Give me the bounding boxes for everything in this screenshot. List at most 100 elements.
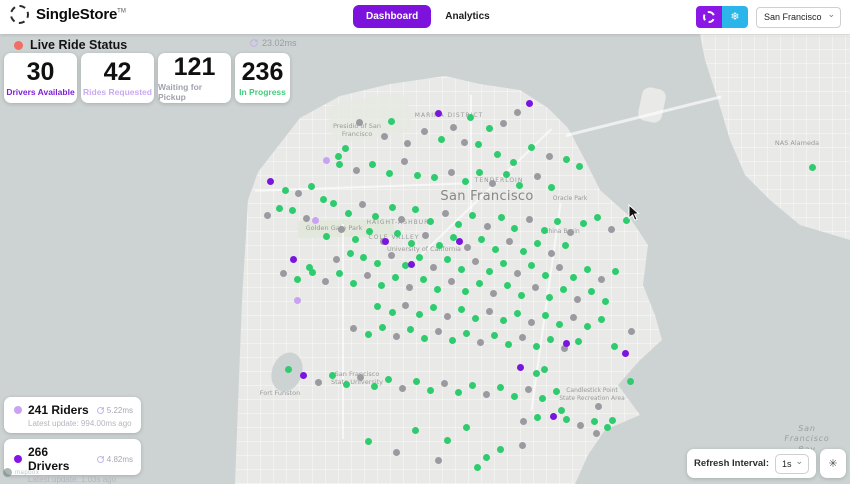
map-marker: [302, 214, 310, 222]
map-marker: [562, 415, 570, 423]
theme-toggle-button[interactable]: ✳: [820, 449, 846, 478]
map-marker: [579, 219, 587, 227]
map-marker: [447, 168, 455, 176]
map-marker: [549, 412, 557, 420]
map-marker: [411, 426, 419, 434]
map-marker: [392, 448, 400, 456]
map-marker: [363, 271, 371, 279]
map-marker: [457, 265, 465, 273]
map-marker: [415, 310, 423, 318]
map-marker: [263, 211, 271, 219]
map-marker: [393, 229, 401, 237]
nav-tabs: Dashboard Analytics: [353, 5, 490, 28]
map-marker: [349, 279, 357, 287]
live-status: Live Ride Status: [14, 38, 127, 52]
map-marker: [519, 247, 527, 255]
city-select-wrap: San Francisco ⌄: [756, 6, 841, 28]
map-marker: [429, 263, 437, 271]
refresh-interval-select[interactable]: 1s: [775, 453, 809, 474]
map-marker: [400, 157, 408, 165]
map-marker: [525, 99, 533, 107]
map-marker: [388, 308, 396, 316]
map-marker: [485, 267, 493, 275]
map-marker: [583, 265, 591, 273]
map-marker: [475, 168, 483, 176]
map-marker: [491, 245, 499, 253]
map-marker: [482, 453, 490, 461]
stat-value: 42: [103, 57, 132, 86]
riders-dot-icon: [14, 406, 22, 414]
latency-clock-icon: [250, 39, 258, 47]
riders-last-update: Latest update: 994.00ms ago: [28, 419, 132, 428]
map-marker: [485, 124, 493, 132]
map-marker: [397, 215, 405, 223]
map-marker: [496, 383, 504, 391]
refresh-select-wrap: 1s ⌄: [775, 453, 809, 474]
map-marker: [332, 255, 340, 263]
map-marker: [289, 255, 297, 263]
singlestore-logo-icon: [10, 5, 29, 24]
riders-latency-value: 5.22ms: [106, 405, 133, 415]
city-select[interactable]: San Francisco: [756, 6, 841, 28]
map-marker: [545, 293, 553, 301]
map-marker: [476, 338, 484, 346]
map-marker: [349, 324, 357, 332]
map-marker: [411, 205, 419, 213]
map-marker: [334, 152, 342, 160]
map-marker: [533, 172, 541, 180]
tab-dashboard[interactable]: Dashboard: [353, 5, 432, 28]
map-marker: [593, 213, 601, 221]
map-marker: [490, 331, 498, 339]
map-marker: [388, 203, 396, 211]
map-attribution[interactable]: mapbox: [3, 468, 39, 477]
riders-latency: 5.22ms: [96, 406, 133, 415]
map-marker: [513, 108, 521, 116]
stat-label: Rides Requested: [83, 86, 152, 97]
map-marker: [538, 394, 546, 402]
map-marker: [398, 384, 406, 392]
stat-value: 236: [241, 57, 284, 86]
stat-card-drivers-available: 30 Drivers Available: [4, 53, 77, 103]
map-place-label: Oracle Park: [552, 195, 588, 202]
brand-trademark: TM: [117, 8, 126, 15]
map-marker: [319, 195, 327, 203]
map-marker: [434, 327, 442, 335]
map-marker: [587, 287, 595, 295]
map-marker: [504, 340, 512, 348]
map-marker: [311, 216, 319, 224]
map-marker: [415, 253, 423, 261]
map-marker: [407, 260, 415, 268]
map-place-label: NAS Alameda: [774, 139, 820, 147]
map-marker: [335, 160, 343, 168]
stat-label: Drivers Available: [6, 86, 75, 97]
tab-analytics[interactable]: Analytics: [445, 11, 489, 22]
map-marker: [443, 312, 451, 320]
map-marker: [555, 263, 563, 271]
map-marker: [518, 441, 526, 449]
map-marker: [468, 211, 476, 219]
map-marker: [590, 417, 598, 425]
map-marker: [321, 277, 329, 285]
map-marker: [358, 200, 366, 208]
map-place-label: Fort Funston: [259, 389, 301, 397]
map-attribution-text: mapbox: [15, 469, 40, 476]
map-marker: [509, 158, 517, 166]
map-marker: [532, 342, 540, 350]
drivers-latency-value: 4.82ms: [106, 454, 133, 464]
map-marker: [531, 283, 539, 291]
map-marker: [510, 224, 518, 232]
refresh-interval-label: Refresh Interval:: [694, 458, 769, 469]
map-marker: [460, 138, 468, 146]
map-marker: [557, 406, 565, 414]
map-marker: [603, 423, 611, 431]
singlestore-db-button[interactable]: [696, 6, 722, 28]
map-marker: [454, 388, 462, 396]
map-marker: [421, 231, 429, 239]
map-marker: [454, 220, 462, 228]
map-marker: [426, 386, 434, 394]
map-marker: [540, 365, 548, 373]
map-marker: [355, 118, 363, 126]
map-marker: [342, 380, 350, 388]
snowflake-db-button[interactable]: ❄: [722, 6, 748, 28]
map-marker: [429, 303, 437, 311]
